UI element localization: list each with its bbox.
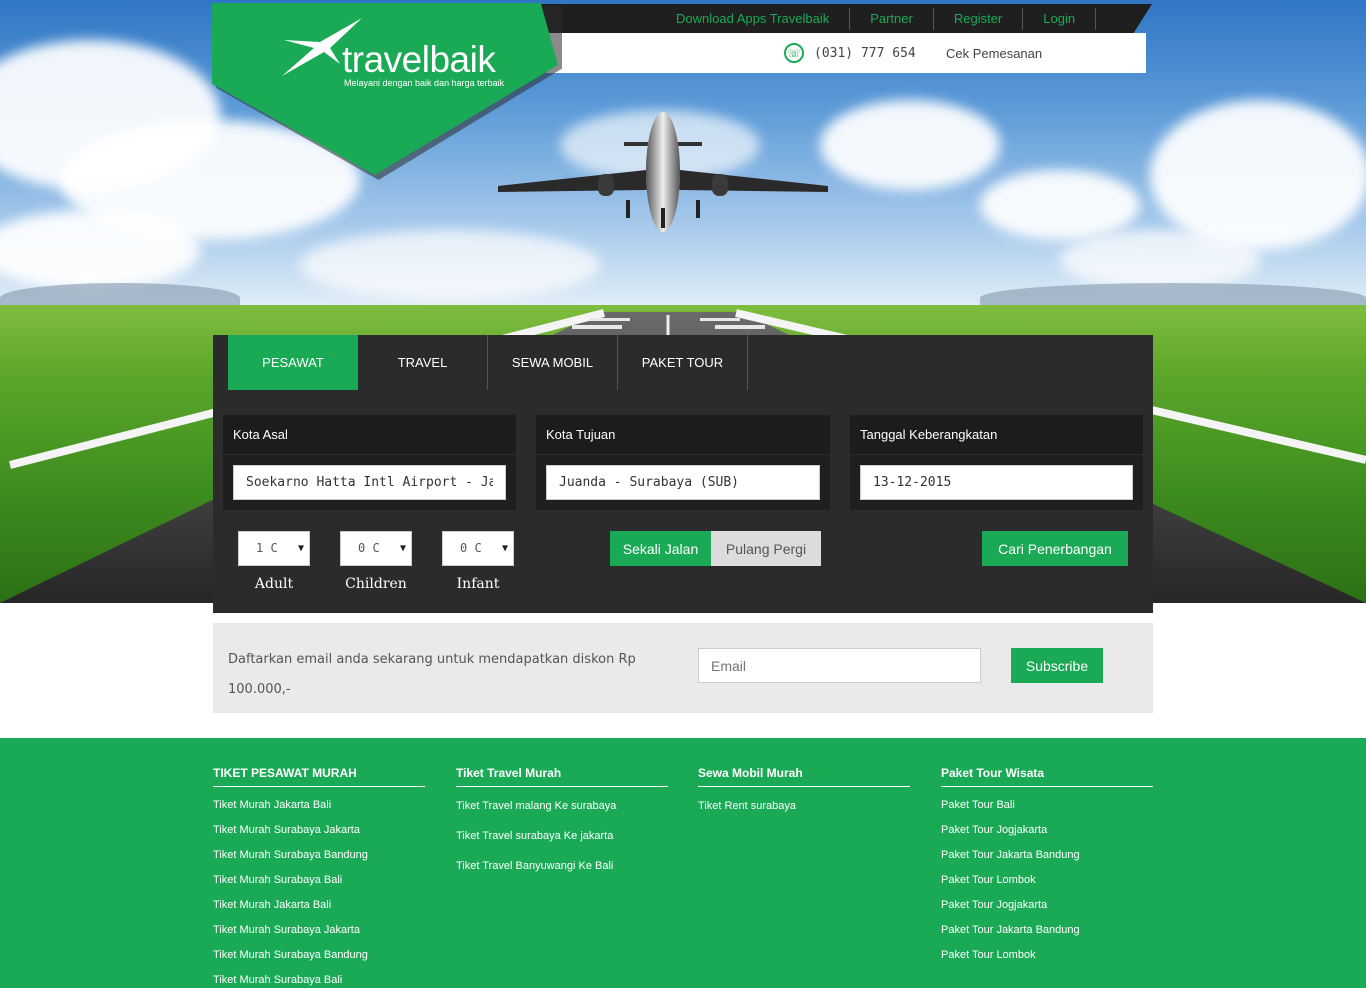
date-label: Tanggal Keberangkatan <box>860 427 998 442</box>
footer-link[interactable]: Paket Tour Jakarta Bandung <box>941 918 1153 943</box>
phone-info: ☏ (031) 777 654 <box>784 43 916 63</box>
brand-tagline: Melayani dengan baik dan harga terbaik <box>344 78 505 88</box>
footer-column-title: Paket Tour Wisata <box>941 766 1153 787</box>
search-flights-button[interactable]: Cari Penerbangan <box>982 531 1128 566</box>
search-panel: PESAWAT TRAVEL SEWA MOBIL PAKET TOUR Kot… <box>213 335 1153 613</box>
login-link[interactable]: Login <box>1023 7 1097 30</box>
airplane-icon <box>498 112 828 232</box>
destination-label: Kota Tujuan <box>546 427 616 442</box>
footer-link[interactable]: Paket Tour Jogjakarta <box>941 818 1153 843</box>
infant-label: Infant <box>456 576 500 592</box>
footer-link[interactable]: Tiket Murah Surabaya Bandung <box>213 843 425 868</box>
destination-field: Kota Tujuan <box>536 415 830 510</box>
footer-link[interactable]: Tiket Murah Surabaya Bali <box>213 868 425 893</box>
subscribe-box: Daftarkan email anda sekarang untuk mend… <box>213 623 1153 713</box>
footer-column-travel: Tiket Travel Murah Tiket Travel malang K… <box>456 766 668 881</box>
footer-column-title: TIKET PESAWAT MURAH <box>213 766 425 787</box>
footer-link[interactable]: Paket Tour Lombok <box>941 868 1153 893</box>
footer-link[interactable]: Tiket Travel Banyuwangi Ke Bali <box>456 851 668 881</box>
top-navigation: Download Apps Travelbaik Partner Registe… <box>656 4 1097 33</box>
adult-label: Adult <box>254 576 294 592</box>
search-tabs: PESAWAT TRAVEL SEWA MOBIL PAKET TOUR <box>228 335 748 390</box>
tab-paket-tour[interactable]: PAKET TOUR <box>618 335 748 390</box>
footer-column-title: Sewa Mobil Murah <box>698 766 910 787</box>
footer: TIKET PESAWAT MURAH Tiket Murah Jakarta … <box>0 738 1366 988</box>
origin-input[interactable] <box>233 465 506 500</box>
register-link[interactable]: Register <box>934 7 1024 30</box>
tab-pesawat[interactable]: PESAWAT <box>228 335 358 390</box>
round-trip-toggle[interactable]: Pulang Pergi <box>711 531 821 566</box>
date-input[interactable] <box>860 465 1133 500</box>
footer-link[interactable]: Tiket Murah Jakarta Bali <box>213 893 425 918</box>
origin-field: Kota Asal <box>223 415 516 510</box>
chevron-down-icon: ▼ <box>297 543 304 554</box>
footer-link[interactable]: Tiket Murah Surabaya Bali <box>213 968 425 988</box>
footer-link[interactable]: Tiket Murah Surabaya Jakarta <box>213 818 425 843</box>
chevron-down-icon: ▼ <box>399 543 406 554</box>
children-select[interactable]: 0 C ▼ <box>340 531 412 566</box>
brand-name: travelbaik <box>342 39 496 80</box>
check-order-link[interactable]: Cek Pemesanan <box>946 46 1042 61</box>
download-apps-link[interactable]: Download Apps Travelbaik <box>656 7 851 30</box>
tab-travel[interactable]: TRAVEL <box>358 335 488 390</box>
destination-input[interactable] <box>546 465 820 500</box>
tab-sewa-mobil[interactable]: SEWA MOBIL <box>488 335 618 390</box>
one-way-toggle[interactable]: Sekali Jalan <box>610 531 711 566</box>
partner-link[interactable]: Partner <box>850 7 934 30</box>
adult-select[interactable]: 1 C ▼ <box>238 531 310 566</box>
email-field[interactable] <box>698 648 981 683</box>
footer-column-tour: Paket Tour Wisata Paket Tour Bali Paket … <box>941 766 1153 968</box>
infant-select[interactable]: 0 C ▼ <box>442 531 514 566</box>
footer-link[interactable]: Paket Tour Bali <box>941 793 1153 818</box>
footer-link[interactable]: Tiket Murah Surabaya Bandung <box>213 943 425 968</box>
footer-link[interactable]: Paket Tour Jakarta Bandung <box>941 843 1153 868</box>
subscribe-button[interactable]: Subscribe <box>1011 648 1103 683</box>
footer-column-title: Tiket Travel Murah <box>456 766 668 787</box>
footer-link[interactable]: Tiket Murah Jakarta Bali <box>213 793 425 818</box>
chevron-down-icon: ▼ <box>501 543 508 554</box>
footer-column-car-rental: Sewa Mobil Murah Tiket Rent surabaya <box>698 766 910 821</box>
children-label: Children <box>345 576 407 592</box>
footer-link[interactable]: Paket Tour Jogjakarta <box>941 893 1153 918</box>
subscribe-text: Daftarkan email anda sekarang untuk mend… <box>228 652 636 697</box>
footer-link[interactable]: Tiket Travel malang Ke surabaya <box>456 791 668 821</box>
date-field: Tanggal Keberangkatan <box>850 415 1143 510</box>
footer-column-flights: TIKET PESAWAT MURAH Tiket Murah Jakarta … <box>213 766 425 988</box>
phone-icon: ☏ <box>784 43 804 63</box>
origin-label: Kota Asal <box>233 427 288 442</box>
footer-link[interactable]: Tiket Rent surabaya <box>698 791 910 821</box>
footer-link[interactable]: Tiket Murah Surabaya Jakarta <box>213 918 425 943</box>
footer-link[interactable]: Paket Tour Lombok <box>941 943 1153 968</box>
phone-number: (031) 777 654 <box>814 45 916 61</box>
footer-link[interactable]: Tiket Travel surabaya Ke jakarta <box>456 821 668 851</box>
